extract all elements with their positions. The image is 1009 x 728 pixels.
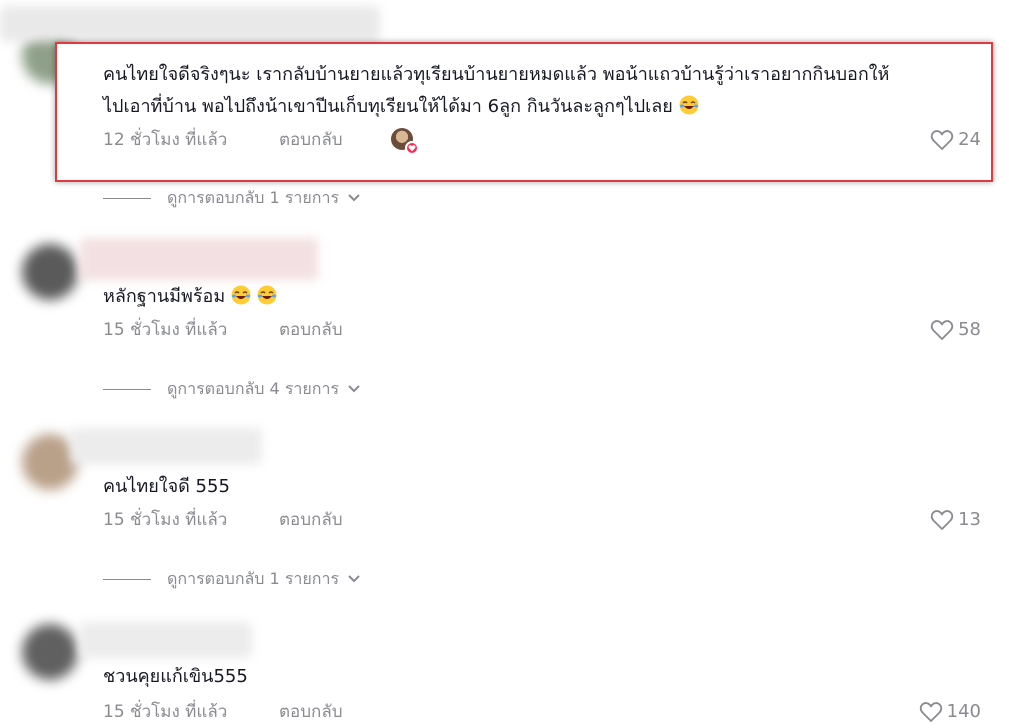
like-button[interactable]: 140 [919, 698, 981, 726]
comment-meta: 12 ชั่วโมง ที่แล้ว ตอบกลับ [103, 126, 343, 154]
like-button[interactable]: 24 [930, 126, 981, 154]
divider-line [103, 197, 151, 199]
heart-outline-icon [930, 130, 954, 150]
laughing-emoji-icon [679, 95, 699, 115]
laughing-emoji-icon [231, 285, 251, 305]
heart-outline-icon [930, 320, 954, 340]
username-blurred [80, 622, 252, 658]
comment-text-line2-content: ไปเอาที่บ้าน พอไปถึงน้าเขาปีนเก็บทุเรียน… [103, 96, 673, 117]
heart-badge-icon [405, 141, 419, 155]
view-replies-label: ดูการตอบกลับ 1 รายการ [167, 569, 340, 588]
reply-button[interactable]: ตอบกลับ [279, 126, 343, 154]
username-blurred [70, 428, 262, 464]
timestamp: 15 ชั่วโมง ที่แล้ว [103, 320, 228, 340]
chevron-down-icon [348, 194, 360, 202]
comment-text-content: หลักฐานมีพร้อม [103, 286, 226, 307]
chevron-down-icon [348, 575, 360, 583]
laughing-emoji-icon [257, 285, 277, 305]
comment-text-line1: คนไทยใจดีจริงๆนะ เรากลับบ้านยายแล้วทุเรี… [103, 64, 890, 85]
view-replies-label: ดูการตอบกลับ 4 รายการ [167, 379, 340, 398]
view-replies-button[interactable]: ดูการตอบกลับ 1 รายการ [103, 565, 361, 593]
like-count: 58 [958, 319, 981, 340]
comment-text: ชวนคุยแก้เขิน555 [103, 666, 248, 687]
reply-button[interactable]: ตอบกลับ [279, 316, 343, 344]
heart-outline-icon [930, 510, 954, 530]
like-button[interactable]: 58 [930, 316, 981, 344]
reply-button[interactable]: ตอบกลับ [279, 506, 343, 534]
avatar[interactable] [22, 624, 78, 680]
comment-text: หลักฐานมีพร้อม [103, 282, 277, 312]
comment-meta: 15 ชั่วโมง ที่แล้ว ตอบกลับ [103, 316, 343, 344]
heart-outline-icon [919, 702, 942, 722]
chevron-down-icon [348, 385, 360, 393]
timestamp: 12 ชั่วโมง ที่แล้ว [103, 130, 228, 150]
divider-line [103, 578, 151, 580]
comment-meta: 15 ชั่วโมง ที่แล้ว ตอบกลับ [103, 506, 343, 534]
username-blurred [80, 238, 318, 280]
view-replies-button[interactable]: ดูการตอบกลับ 1 รายการ [103, 184, 361, 212]
like-count: 24 [958, 129, 981, 150]
view-replies-label: ดูการตอบกลับ 1 รายการ [167, 188, 340, 207]
comment-text-line2: ไปเอาที่บ้าน พอไปถึงน้าเขาปีนเก็บทุเรียน… [103, 92, 699, 122]
author-liked-avatar [391, 128, 419, 155]
like-count: 140 [946, 701, 981, 722]
like-count: 13 [958, 509, 981, 530]
timestamp: 15 ชั่วโมง ที่แล้ว [103, 702, 228, 722]
comment-meta: 15 ชั่วโมง ที่แล้ว ตอบกลับ [103, 698, 343, 726]
reply-button[interactable]: ตอบกลับ [279, 698, 343, 726]
username-blurred [0, 6, 380, 42]
view-replies-button[interactable]: ดูการตอบกลับ 4 รายการ [103, 375, 361, 403]
like-button[interactable]: 13 [930, 506, 981, 534]
timestamp: 15 ชั่วโมง ที่แล้ว [103, 510, 228, 530]
avatar[interactable] [22, 244, 78, 300]
comment-text: คนไทยใจดี 555 [103, 476, 230, 497]
divider-line [103, 388, 151, 390]
